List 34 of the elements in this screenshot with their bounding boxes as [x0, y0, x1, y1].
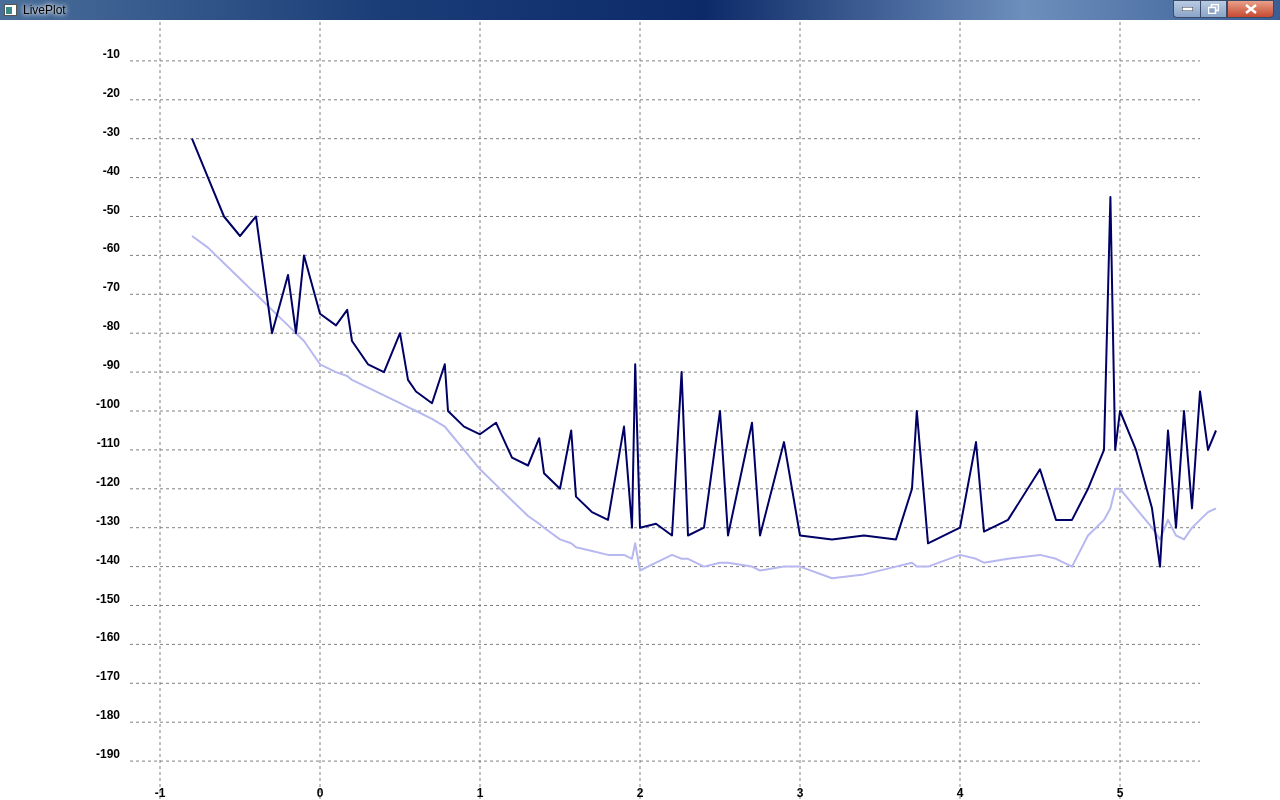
y-tick-label: -30: [102, 124, 120, 139]
window-title: LivePlot: [23, 3, 66, 17]
y-tick-label: -150: [95, 591, 120, 606]
restore-button[interactable]: [1200, 0, 1227, 18]
y-tick-label: -160: [95, 630, 120, 645]
y-tick-label: -10: [102, 46, 120, 61]
x-tick-label: 3: [796, 786, 804, 800]
minimize-icon: [1181, 7, 1193, 11]
y-tick-label: -20: [102, 85, 120, 100]
x-tick-label: 2: [636, 786, 644, 800]
x-tick-label: 1: [476, 786, 484, 800]
app-icon: [4, 4, 17, 16]
close-icon: [1244, 4, 1257, 14]
y-tick-label: -140: [95, 552, 120, 567]
y-tick-label: -40: [102, 163, 120, 178]
y-tick-label: -50: [102, 202, 120, 217]
y-tick-label: -130: [95, 513, 120, 528]
x-tick-label: 4: [956, 786, 964, 800]
y-tick-label: -120: [95, 474, 120, 489]
minimize-button[interactable]: [1173, 0, 1200, 18]
y-tick-label: -70: [102, 280, 120, 295]
x-tick-label: 5: [1116, 786, 1124, 800]
y-tick-label: -60: [102, 241, 120, 256]
x-tick-label: -1: [154, 786, 166, 800]
y-tick-label: -180: [95, 708, 120, 723]
y-tick-label: -110: [96, 435, 120, 450]
y-tick-label: -100: [95, 397, 120, 411]
y-tick-label: -190: [95, 747, 120, 762]
close-button[interactable]: [1227, 0, 1274, 18]
restore-icon: [1208, 4, 1219, 14]
x-tick-label: 0: [316, 786, 324, 800]
y-tick-label: -80: [102, 319, 120, 334]
y-tick-label: -170: [95, 669, 120, 684]
y-tick-label: -90: [102, 358, 120, 373]
